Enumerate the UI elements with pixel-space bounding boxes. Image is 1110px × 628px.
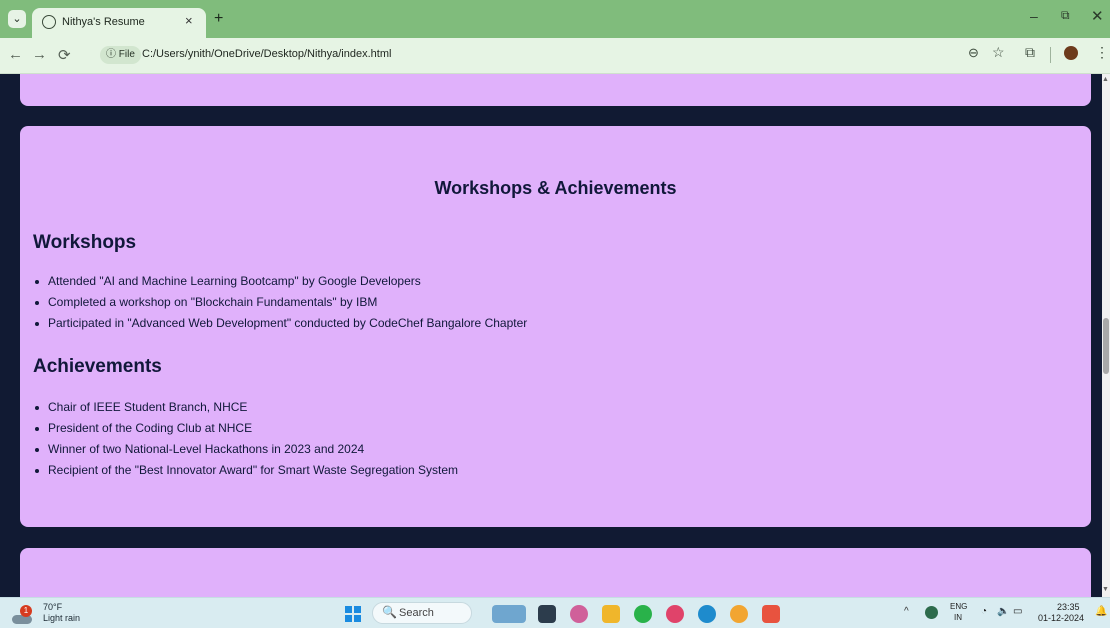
- scroll-down-arrow-icon[interactable]: ▼: [1102, 586, 1109, 593]
- taskbar-search[interactable]: 🔍 Search: [372, 602, 472, 624]
- tab-title: Nithya's Resume: [62, 16, 145, 28]
- chrome-icon[interactable]: [730, 605, 748, 623]
- list-item: Recipient of the "Best Innovator Award" …: [34, 463, 458, 484]
- tab-active[interactable]: Nithya's Resume ×: [32, 8, 206, 38]
- region-indicator[interactable]: IN: [954, 613, 962, 622]
- restore-button[interactable]: ⧉: [1061, 8, 1070, 23]
- file-explorer-icon[interactable]: [538, 605, 556, 623]
- search-label: Search: [399, 607, 434, 619]
- address-bar[interactable]: ⓘ File C:/Users/ynith/OneDrive/Desktop/N…: [94, 43, 1012, 67]
- notification-bell-icon[interactable]: 🔔: [1095, 606, 1107, 617]
- minimize-button[interactable]: –: [1030, 8, 1038, 24]
- chevron-up-icon[interactable]: ^: [904, 606, 909, 617]
- extensions-icon[interactable]: ⧉: [1025, 44, 1035, 61]
- tray-app-icon[interactable]: [925, 606, 938, 619]
- brave-icon[interactable]: [762, 605, 780, 623]
- new-tab-button[interactable]: +: [214, 10, 223, 28]
- workshops-achievements-card: Workshops & Achievements Workshops Atten…: [20, 126, 1091, 527]
- list-item: Chair of IEEE Student Branch, NHCE: [34, 400, 458, 421]
- cloud-app-icon[interactable]: [492, 605, 526, 623]
- close-window-button[interactable]: ✕: [1091, 7, 1104, 25]
- forward-button[interactable]: →: [32, 46, 47, 63]
- volume-icon[interactable]: 🔈: [997, 606, 1009, 617]
- scrollbar-thumb[interactable]: [1103, 318, 1109, 374]
- url-text[interactable]: C:/Users/ynith/OneDrive/Desktop/Nithya/i…: [142, 48, 391, 60]
- profile-avatar[interactable]: [1064, 46, 1078, 60]
- list-item: Participated in "Advanced Web Developmen…: [34, 316, 527, 337]
- clock-time[interactable]: 23:35: [1057, 602, 1080, 612]
- close-tab-button[interactable]: ×: [185, 13, 193, 28]
- list-item: Winner of two National-Level Hackathons …: [34, 442, 458, 463]
- language-indicator[interactable]: ENG: [950, 602, 967, 611]
- windows-start-icon[interactable]: [345, 606, 361, 622]
- copilot-icon[interactable]: [570, 605, 588, 623]
- taskbar: 1 70°F Light rain 🔍 Search ^ ENG IN ◔ 🔈 …: [0, 597, 1110, 628]
- weather-widget[interactable]: 1: [8, 603, 32, 624]
- tab-search-button[interactable]: ⌄: [8, 10, 26, 28]
- section-title: Workshops & Achievements: [434, 178, 677, 198]
- app-icon[interactable]: [666, 605, 684, 623]
- workshops-heading: Workshops: [33, 232, 137, 253]
- vertical-scrollbar[interactable]: ▲ ▼: [1102, 74, 1110, 597]
- toolbar-divider: [1050, 47, 1051, 63]
- back-button[interactable]: ←: [8, 46, 23, 63]
- list-item: Completed a workshop on "Blockchain Fund…: [34, 295, 527, 316]
- folder-icon[interactable]: [602, 605, 620, 623]
- scroll-up-arrow-icon[interactable]: ▲: [1102, 76, 1109, 83]
- list-item: Attended "AI and Machine Learning Bootca…: [34, 274, 527, 295]
- list-item: President of the Coding Club at NHCE: [34, 421, 458, 442]
- search-icon: 🔍: [382, 605, 397, 619]
- clock-date[interactable]: 01-12-2024: [1038, 613, 1084, 623]
- weather-condition[interactable]: Light rain: [43, 613, 80, 623]
- previous-section-card: [20, 74, 1091, 106]
- weather-alert-badge: 1: [20, 605, 32, 617]
- reload-button[interactable]: ⟳: [58, 46, 71, 64]
- site-info-chip[interactable]: ⓘ File: [100, 46, 141, 64]
- rain-cloud-icon: [12, 615, 32, 624]
- globe-icon: [42, 15, 56, 29]
- browser-toolbar: ← → ⟳ ⓘ File C:/Users/ynith/OneDrive/Des…: [0, 38, 1110, 74]
- bookmark-star-icon[interactable]: ☆: [992, 44, 1005, 61]
- page-viewport: Workshops & Achievements Workshops Atten…: [0, 74, 1102, 597]
- wifi-icon[interactable]: ◔: [981, 606, 987, 617]
- browser-menu-icon[interactable]: ⋮: [1095, 44, 1109, 61]
- workshops-list: Attended "AI and Machine Learning Bootca…: [34, 274, 527, 337]
- zoom-icon[interactable]: ⊖: [968, 45, 979, 61]
- weather-temperature[interactable]: 70°F: [43, 602, 62, 612]
- edge-icon[interactable]: [698, 605, 716, 623]
- tab-strip: ⌄ Nithya's Resume × + – ⧉ ✕: [0, 0, 1110, 38]
- achievements-heading: Achievements: [33, 356, 162, 377]
- whatsapp-icon[interactable]: [634, 605, 652, 623]
- next-section-card: [20, 548, 1091, 597]
- battery-icon[interactable]: ▭: [1013, 606, 1022, 617]
- achievements-list: Chair of IEEE Student Branch, NHCE Presi…: [34, 400, 458, 484]
